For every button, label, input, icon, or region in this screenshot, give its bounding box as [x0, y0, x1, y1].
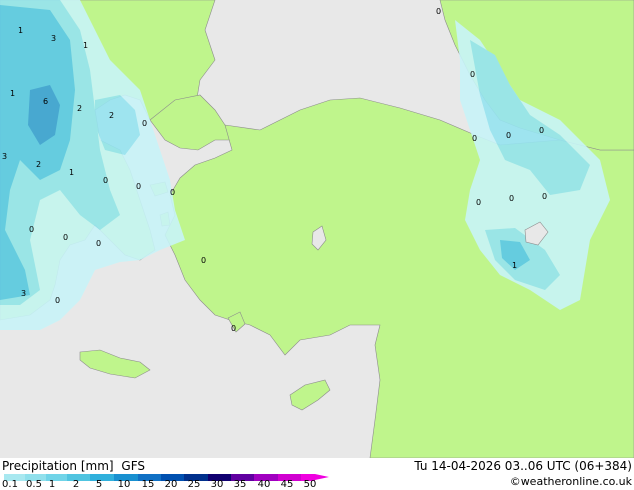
map-value-label: 0	[142, 119, 147, 128]
map-value-label: 0	[170, 188, 175, 197]
map-value-label: 0	[63, 233, 68, 242]
scale-label: 10	[117, 479, 131, 490]
map-value-label: 3	[2, 152, 7, 161]
map-value-label: 2	[77, 104, 82, 113]
map-value-label: 0	[201, 256, 206, 265]
weather-map-page: 1 3 1 1 6 2 2 0 3 2 1 0 0 0 0 0 0 3 0 0 …	[0, 0, 634, 490]
map-value-label: 0	[55, 296, 60, 305]
map-value-label: 0	[470, 70, 475, 79]
scale-arrow	[315, 474, 329, 480]
map-value-label: 0	[96, 239, 101, 248]
scale-label: 30	[210, 479, 224, 490]
precipitation-map: 1 3 1 1 6 2 2 0 3 2 1 0 0 0 0 0 0 3 0 0 …	[0, 0, 634, 458]
map-value-label: 2	[109, 111, 114, 120]
scale-label: 0.1	[2, 479, 18, 490]
scale-label: 25	[187, 479, 201, 490]
map-value-label: 3	[21, 289, 26, 298]
map-value-label: 0	[436, 7, 441, 16]
scale-label: 1	[48, 479, 56, 490]
map-value-label: 0	[103, 176, 108, 185]
map-value-label: 1	[69, 168, 74, 177]
scale-label: 20	[164, 479, 178, 490]
map-value-label: 0	[476, 198, 481, 207]
scale-label: 5	[95, 479, 103, 490]
map-value-label: 1	[512, 261, 517, 270]
map-value-label: 0	[506, 131, 511, 140]
scale-label: 2	[72, 479, 80, 490]
map-value-label: 6	[43, 97, 48, 106]
credit-link[interactable]: ©weatheronline.co.uk	[510, 475, 632, 489]
map-value-label: 0	[509, 194, 514, 203]
map-value-label: 0	[136, 182, 141, 191]
map-value-label: 0	[542, 192, 547, 201]
scale-label: 0.5	[26, 479, 42, 490]
map-value-label: 0	[472, 134, 477, 143]
map-value-label: 2	[36, 160, 41, 169]
map-title: Precipitation [mm] GFS	[2, 459, 145, 473]
map-value-label: 0	[539, 126, 544, 135]
scale-label: 35	[233, 479, 247, 490]
model-name: GFS	[121, 459, 145, 473]
scale-label: 50	[303, 479, 317, 490]
map-value-label: 1	[10, 89, 15, 98]
map-title-label: Precipitation [mm]	[2, 459, 114, 473]
scale-label: 15	[141, 479, 155, 490]
map-value-label: 1	[18, 26, 23, 35]
map-value-label: 0	[29, 225, 34, 234]
map-value-label: 1	[83, 41, 88, 50]
map-value-label: 3	[51, 34, 56, 43]
scale-label: 40	[257, 479, 271, 490]
forecast-datetime: Tu 14-04-2026 03..06 UTC (06+384)	[414, 459, 632, 473]
scale-label: 45	[280, 479, 294, 490]
map-value-label: 0	[231, 324, 236, 333]
